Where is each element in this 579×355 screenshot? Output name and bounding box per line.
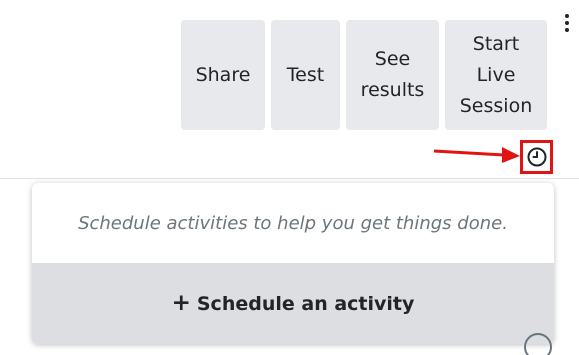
header-divider (0, 178, 579, 179)
screen: Share Test See results Start Live Sessio… (0, 0, 579, 355)
red-arrow-icon (433, 147, 520, 163)
activity-clock-button[interactable] (520, 140, 553, 174)
see-results-button-label: See results (360, 48, 425, 101)
clock-icon (527, 147, 546, 167)
schedule-activity-label: Schedule an activity (196, 292, 415, 315)
vertical-ellipsis-icon[interactable] (562, 14, 572, 38)
schedule-activity-button[interactable]: + Schedule an activity (32, 263, 554, 344)
test-button[interactable]: Test (271, 20, 340, 130)
start-live-session-button[interactable]: Start Live Session (445, 20, 547, 130)
start-live-session-button-label: Start Live Session (459, 32, 533, 117)
test-button-label: Test (286, 63, 325, 86)
popover-message: Schedule activities to help you get thin… (78, 212, 508, 234)
activity-popover: Schedule activities to help you get thin… (32, 183, 554, 344)
see-results-button[interactable]: See results (346, 20, 439, 130)
share-button[interactable]: Share (181, 20, 265, 130)
share-button-label: Share (195, 63, 251, 86)
partial-clock-icon (524, 333, 552, 355)
plus-icon: + (171, 290, 191, 316)
toolbar: Share Test See results Start Live Sessio… (181, 20, 547, 130)
